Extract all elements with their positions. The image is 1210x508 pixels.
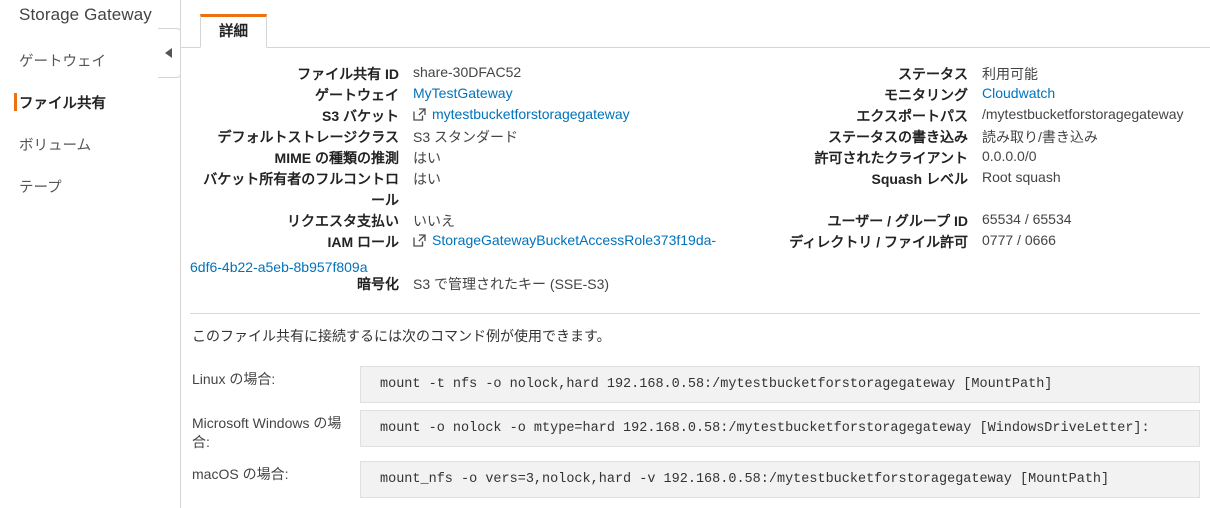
sidebar-item-label: ファイル共有 (19, 96, 106, 112)
detail-row-export-path: エクスポートパス /mytestbucketforstoragegateway (781, 106, 1210, 127)
s3-bucket-value: mytestbucketforstoragegateway (413, 106, 630, 122)
detail-row-status: ステータス 利用可能 (781, 64, 1210, 85)
commands-intro-text: このファイル共有に接続するには次のコマンド例が使用できます。 (192, 328, 611, 344)
detail-row-s3-bucket: S3 バケット mytestbucketforstoragegateway (181, 106, 781, 127)
detail-row-directory-file-permissions: ディレクトリ / ファイル許可 0777 / 0666 (781, 232, 1210, 253)
detail-row-write-status: ステータスの書き込み 読み取り/書き込み (781, 127, 1210, 148)
sidebar-item-file-share[interactable]: ファイル共有 (0, 92, 181, 118)
detail-value: 65534 / 65534 (982, 211, 1072, 227)
sidebar-item-volume[interactable]: ボリューム (0, 134, 181, 160)
command-label: Microsoft Windows の場合: (192, 415, 342, 450)
storage-gateway-console: Storage Gateway ゲートウェイ ファイル共有 ボリューム テープ … (0, 0, 1210, 508)
triangle-left-icon (165, 48, 172, 58)
detail-value: 読み取り/書き込み (982, 129, 1098, 145)
tab-detail[interactable]: 詳細 (200, 14, 267, 48)
details-right-column: ステータス 利用可能 モニタリング Cloudwatch エクスポートパス /m… (781, 64, 1210, 253)
command-label: macOS の場合: (192, 466, 289, 482)
detail-label: ディレクトリ / ファイル許可 (789, 234, 968, 250)
detail-value: いいえ (413, 213, 455, 229)
iam-role-link[interactable]: StorageGatewayBucketAccessRole373f19da- (432, 232, 716, 248)
detail-value: 0.0.0.0/0 (982, 148, 1037, 164)
detail-label: エクスポートパス (856, 108, 968, 124)
detail-label: Squash レベル (871, 171, 968, 187)
detail-value: はい (413, 150, 441, 166)
gateway-link[interactable]: MyTestGateway (413, 85, 513, 101)
tab-bar: 詳細 (181, 12, 1210, 48)
iam-role-value: StorageGatewayBucketAccessRole373f19da- (413, 232, 716, 248)
external-link-icon (413, 234, 426, 247)
detail-label: デフォルトストレージクラス (217, 129, 399, 145)
detail-row-file-share-id: ファイル共有 ID share-30DFAC52 (181, 64, 781, 85)
detail-label: ステータス (898, 66, 968, 82)
command-label: Linux の場合: (192, 371, 276, 387)
detail-label: 許可されたクライアント (814, 150, 968, 166)
status-value: 利用可能 (982, 66, 1038, 82)
detail-label: S3 バケット (321, 108, 399, 124)
main-content: 詳細 ファイル共有 ID share-30DFAC52 ゲートウェイ MyTes… (181, 0, 1210, 508)
detail-row-squash-level: Squash レベル Root squash (781, 169, 1210, 190)
command-code-windows[interactable]: mount -o nolock -o mtype=hard 192.168.0.… (360, 410, 1200, 447)
sidebar-item-label: ゲートウェイ (19, 54, 106, 70)
detail-label: バケット所有者のフルコントロ (203, 171, 399, 187)
command-code-linux[interactable]: mount -t nfs -o nolock,hard 192.168.0.58… (360, 366, 1200, 403)
detail-label-continuation: ール (371, 192, 399, 208)
detail-row-gateway: ゲートウェイ MyTestGateway (181, 85, 781, 106)
sidebar-collapse-button[interactable] (158, 28, 181, 78)
detail-label: ゲートウェイ (315, 87, 399, 103)
detail-label: モニタリング (884, 87, 968, 103)
sidebar-item-label: ボリューム (19, 138, 92, 154)
detail-value: 0777 / 0666 (982, 232, 1056, 248)
active-indicator (14, 93, 17, 111)
detail-row-iam-role: IAM ロール StorageGatewayBucketAccessRole37… (181, 232, 781, 253)
iam-role-link-continuation[interactable]: 6df6-4b22-a5eb-8b957f809a (190, 259, 368, 275)
detail-row-monitoring: モニタリング Cloudwatch (781, 85, 1210, 106)
detail-label: ユーザー / グループ ID (827, 213, 968, 229)
sidebar-title: Storage Gateway (19, 5, 152, 24)
detail-value: S3 スタンダード (413, 129, 519, 145)
detail-label: ステータスの書き込み (828, 129, 968, 145)
detail-value: Root squash (982, 169, 1061, 185)
detail-row-user-group-id: ユーザー / グループ ID 65534 / 65534 (781, 190, 1210, 232)
sidebar: Storage Gateway ゲートウェイ ファイル共有 ボリューム テープ (0, 0, 181, 508)
detail-row-requester-pays: リクエスタ支払い いいえ (181, 211, 781, 232)
detail-label: MIME の種類の推測 (274, 150, 399, 166)
detail-row-bucket-owner-full-control: バケット所有者のフルコントロ ール はい (181, 169, 781, 211)
detail-value: share-30DFAC52 (413, 64, 522, 80)
external-link-icon (413, 108, 426, 121)
detail-row-mime-guess: MIME の種類の推測 はい (181, 148, 781, 169)
detail-value: /mytestbucketforstoragegateway (982, 106, 1184, 122)
sidebar-item-label: テープ (19, 180, 62, 196)
detail-label: ファイル共有 ID (297, 66, 399, 82)
section-divider (190, 313, 1200, 314)
detail-label: 暗号化 (357, 276, 399, 292)
command-code-macos[interactable]: mount_nfs -o vers=3,nolock,hard -v 192.1… (360, 461, 1200, 498)
tab-baseline (181, 47, 1210, 48)
detail-value: S3 で管理されたキー (SSE-S3) (413, 276, 610, 292)
sidebar-item-gateway[interactable]: ゲートウェイ (0, 50, 181, 76)
s3-bucket-link[interactable]: mytestbucketforstoragegateway (432, 106, 630, 122)
detail-label: IAM ロール (327, 234, 399, 250)
sidebar-item-tape[interactable]: テープ (0, 176, 181, 202)
detail-row-default-storage-class: デフォルトストレージクラス S3 スタンダード (181, 127, 781, 148)
cloudwatch-link[interactable]: Cloudwatch (982, 85, 1055, 101)
detail-label: リクエスタ支払い (287, 213, 399, 229)
detail-row-allowed-clients: 許可されたクライアント 0.0.0.0/0 (781, 148, 1210, 169)
detail-value: はい (413, 171, 441, 187)
